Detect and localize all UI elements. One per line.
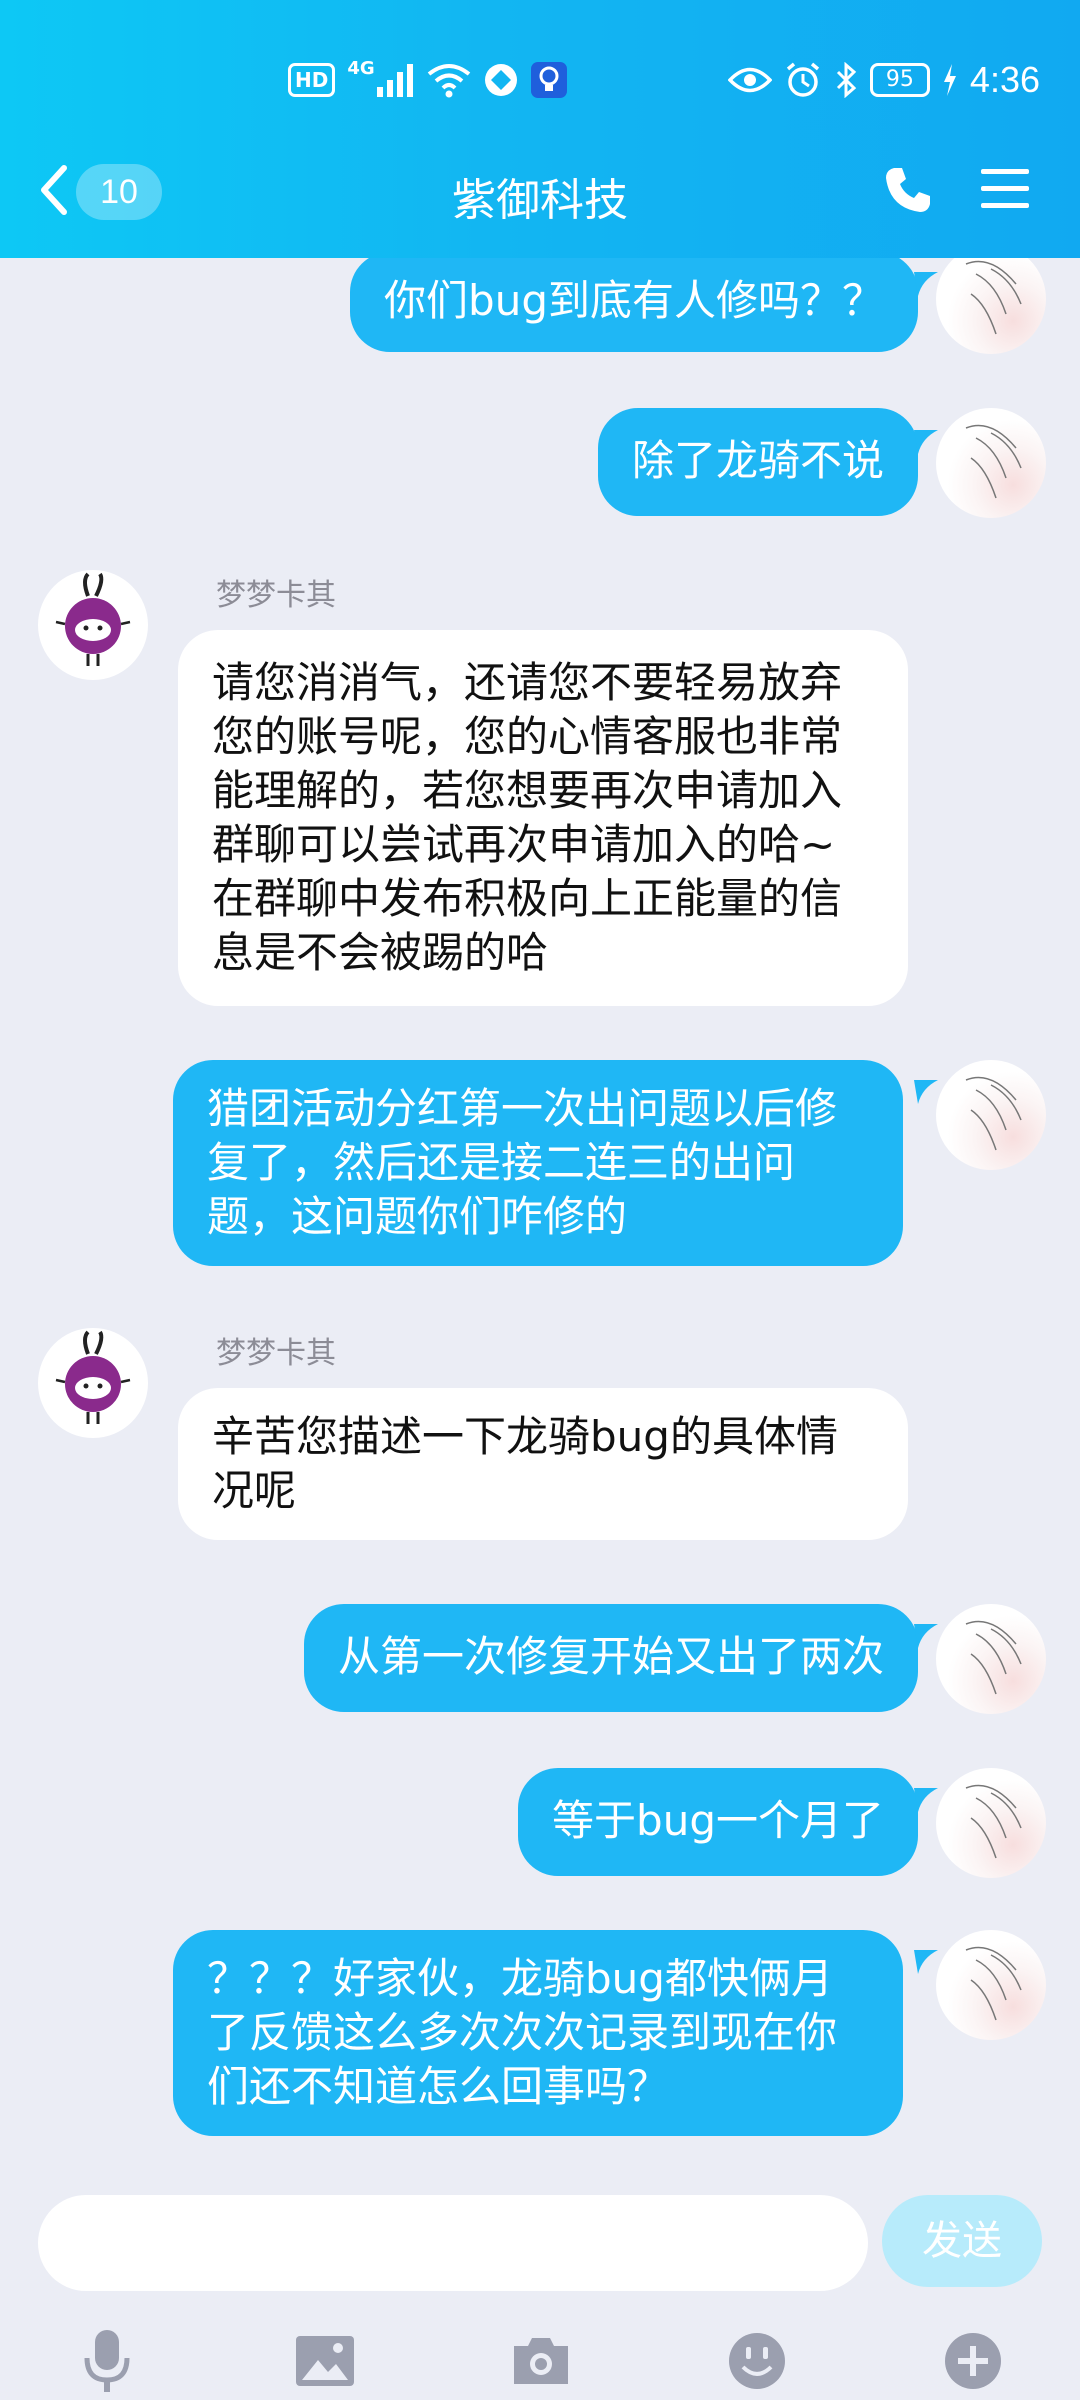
nav-bar: 10 紫御科技 bbox=[0, 140, 1080, 240]
camera-button[interactable] bbox=[506, 2328, 576, 2398]
plus-icon bbox=[943, 2331, 1003, 2395]
phone-icon bbox=[880, 168, 936, 222]
sketch-portrait-icon bbox=[965, 1620, 1022, 1695]
sketch-portrait-icon bbox=[965, 1784, 1022, 1859]
message-bubble[interactable]: 猎团活动分红第一次出问题以后修复了，然后还是接二连三的出问题，这问题你们咋修的 bbox=[173, 1060, 903, 1266]
menu-button[interactable] bbox=[978, 162, 1032, 220]
more-button[interactable] bbox=[938, 2328, 1008, 2398]
message-bubble[interactable]: 辛苦您描述一下龙骑bug的具体情况呢 bbox=[178, 1388, 908, 1540]
message-bubble[interactable]: 除了龙骑不说 bbox=[597, 408, 918, 516]
message-bubble[interactable]: ？？？好家伙，龙骑bug都快俩月了反馈这么多次次次记录到现在你们还不知道怎么回事… bbox=[173, 1930, 903, 2136]
wifi-icon bbox=[427, 62, 471, 98]
self-avatar[interactable] bbox=[936, 408, 1046, 518]
purple-radish-mascot-icon bbox=[55, 572, 131, 666]
chat-header: HD 4G 95 4:36 10 紫御科技 bbox=[0, 0, 1080, 258]
message-bubble[interactable]: 等于bug一个月了 bbox=[518, 1768, 918, 1876]
sketch-portrait-icon bbox=[965, 1946, 1022, 2021]
charging-icon bbox=[942, 63, 958, 97]
message-list[interactable]: 你们bug到底有人修吗？？ 除了龙骑不说 梦梦卡其 请您消消气，还请您不要轻易放… bbox=[0, 258, 1080, 2185]
call-button[interactable] bbox=[880, 162, 936, 222]
network-type-label: 4G bbox=[347, 57, 375, 79]
bubble-tail bbox=[914, 1950, 938, 1974]
camera-icon bbox=[510, 2334, 572, 2392]
send-button[interactable]: 发送 bbox=[882, 2195, 1042, 2287]
bubble-tail bbox=[914, 1788, 938, 1812]
bubble-tail bbox=[914, 272, 938, 296]
message-bubble[interactable]: 从第一次修复开始又出了两次 bbox=[303, 1604, 918, 1712]
message-bubble[interactable]: 你们bug到底有人修吗？？ bbox=[350, 258, 918, 352]
self-avatar[interactable] bbox=[936, 1930, 1046, 2040]
purple-radish-mascot-icon bbox=[55, 1330, 131, 1424]
bubble-tail bbox=[914, 1624, 938, 1648]
image-button[interactable] bbox=[290, 2328, 360, 2398]
lightbulb-icon bbox=[530, 62, 567, 98]
other-avatar[interactable] bbox=[38, 570, 148, 680]
emoji-icon bbox=[727, 2331, 787, 2395]
cellular-signal-icon: 4G bbox=[347, 58, 414, 97]
bubble-tail bbox=[914, 430, 938, 454]
app-notification-icon bbox=[483, 62, 519, 98]
message-input[interactable] bbox=[38, 2195, 868, 2291]
sketch-portrait-icon bbox=[965, 1076, 1022, 1151]
emoji-button[interactable] bbox=[722, 2328, 792, 2398]
hd-voice-icon: HD bbox=[288, 63, 336, 97]
battery-icon: 95 bbox=[869, 63, 930, 97]
hamburger-menu-icon bbox=[978, 169, 1032, 220]
voice-button[interactable] bbox=[72, 2328, 142, 2398]
other-avatar[interactable] bbox=[38, 1328, 148, 1438]
sender-name: 梦梦卡其 bbox=[216, 1336, 336, 1371]
image-icon bbox=[294, 2334, 356, 2392]
bluetooth-icon bbox=[834, 62, 858, 98]
sketch-portrait-icon bbox=[965, 260, 1022, 335]
self-avatar[interactable] bbox=[936, 1060, 1046, 1170]
self-avatar[interactable] bbox=[936, 1768, 1046, 1878]
alarm-icon bbox=[784, 61, 822, 99]
microphone-icon bbox=[79, 2328, 135, 2398]
input-toolbar bbox=[0, 2310, 1080, 2400]
self-avatar[interactable] bbox=[936, 258, 1046, 354]
input-bar: 发送 bbox=[0, 2185, 1080, 2400]
sender-name: 梦梦卡其 bbox=[216, 578, 336, 613]
message-bubble[interactable]: 请您消消气，还请您不要轻易放弃您的账号呢，您的心情客服也非常能理解的，若您想要再… bbox=[178, 630, 908, 1006]
self-avatar[interactable] bbox=[936, 1604, 1046, 1714]
clock-time: 4:36 bbox=[969, 59, 1040, 100]
bubble-tail bbox=[914, 1080, 938, 1104]
status-bar: HD 4G 95 4:36 bbox=[0, 48, 1080, 112]
sketch-portrait-icon bbox=[965, 424, 1022, 499]
eye-comfort-icon bbox=[727, 65, 772, 95]
